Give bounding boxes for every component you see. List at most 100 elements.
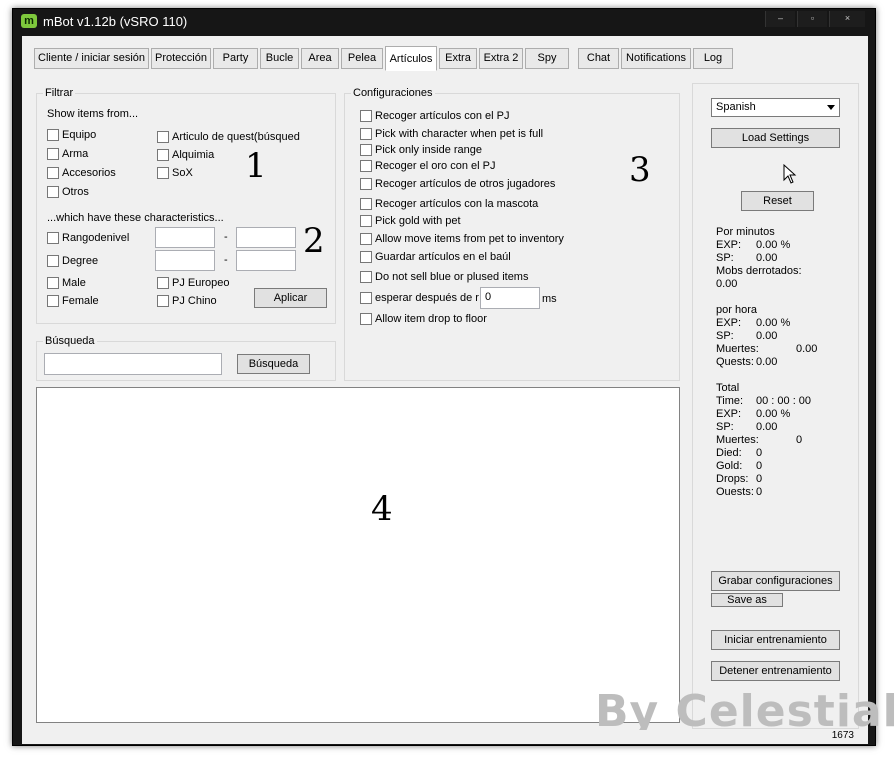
checkbox-box[interactable]: [360, 271, 372, 283]
apply-filter-button[interactable]: Aplicar: [254, 288, 327, 308]
reset-button[interactable]: Reset: [741, 191, 814, 211]
log-textarea[interactable]: 4: [36, 387, 680, 723]
checkbox-box[interactable]: [360, 251, 372, 263]
checkbox-box[interactable]: [47, 295, 59, 307]
tab-proteccion[interactable]: Protección: [151, 48, 211, 69]
checkbox-recoger-otros-jugadores[interactable]: Recoger artículos de otros jugadores: [360, 178, 555, 190]
checkbox-box[interactable]: [157, 295, 169, 307]
total-drops-label: Drops:: [716, 473, 749, 485]
checkbox-box[interactable]: [360, 178, 372, 190]
checkbox-label: Guardar artículos en el baúl: [375, 251, 511, 263]
mouse-cursor-icon: [783, 164, 797, 184]
checkbox-do-not-sell-blue[interactable]: Do not sell blue or plused items: [360, 271, 528, 283]
level-max-input[interactable]: [236, 227, 296, 248]
checkbox-recoger-oro-pj[interactable]: Recoger el oro con el PJ: [360, 160, 495, 172]
checkbox-recoger-articulos-pj[interactable]: Recoger artículos con el PJ: [360, 110, 510, 122]
checkbox-box[interactable]: [47, 255, 59, 267]
checkbox-box[interactable]: [360, 233, 372, 245]
checkbox-box[interactable]: [157, 149, 169, 161]
checkbox-allow-item-drop[interactable]: Allow item drop to floor: [360, 313, 487, 325]
tab-log[interactable]: Log: [693, 48, 733, 69]
checkbox-box[interactable]: [47, 277, 59, 289]
save-as-button[interactable]: Save as: [711, 593, 783, 607]
checkbox-quest-items[interactable]: Articulo de quest(búsqued: [157, 131, 300, 143]
range-dash: -: [224, 254, 228, 266]
checkbox-box[interactable]: [360, 313, 372, 325]
checkbox-move-pet-to-inventory[interactable]: Allow move items from pet to inventory: [360, 233, 564, 245]
checkbox-female[interactable]: Female: [47, 295, 99, 307]
checkbox-pj-europeo[interactable]: PJ Europeo: [157, 277, 229, 289]
checkbox-alquimia[interactable]: Alquimia: [157, 149, 214, 161]
app-logo-icon: m: [21, 14, 37, 28]
checkbox-box[interactable]: [157, 277, 169, 289]
close-button[interactable]: ×: [829, 11, 865, 27]
checkbox-pick-inside-range[interactable]: Pick only inside range: [360, 144, 482, 156]
checkbox-box[interactable]: [47, 186, 59, 198]
checkbox-box[interactable]: [360, 160, 372, 172]
checkbox-degree[interactable]: Degree: [47, 255, 98, 267]
checkbox-label: Otros: [62, 186, 89, 198]
checkbox-male[interactable]: Male: [47, 277, 86, 289]
tab-extra-2[interactable]: Extra 2: [479, 48, 523, 69]
checkbox-label: Do not sell blue or plused items: [375, 271, 529, 283]
search-button[interactable]: Búsqueda: [237, 354, 310, 374]
checkbox-box[interactable]: [360, 128, 372, 140]
checkbox-sox[interactable]: SoX: [157, 167, 193, 179]
title-bar[interactable]: m mBot v1.12b (vSRO 110) – ▫ ×: [13, 9, 875, 35]
stop-training-button[interactable]: Detener entrenamiento: [711, 661, 840, 681]
checkbox-box[interactable]: [360, 110, 372, 122]
checkbox-pick-when-pet-full[interactable]: Pick with character when pet is full: [360, 128, 543, 140]
checkbox-arma[interactable]: Arma: [47, 148, 88, 160]
tab-chat[interactable]: Chat: [578, 48, 619, 69]
checkbox-recoger-con-mascota[interactable]: Recoger artículos con la mascota: [360, 198, 538, 210]
checkbox-esperar-despues[interactable]: esperar después de r: [360, 292, 479, 304]
checkbox-label: SoX: [172, 167, 193, 179]
checkbox-accesorios[interactable]: Accesorios: [47, 167, 116, 179]
checkbox-otros[interactable]: Otros: [47, 186, 89, 198]
total-died-value: 0: [756, 447, 763, 459]
language-select[interactable]: Spanish: [711, 98, 840, 117]
total-time-label: Time:: [716, 395, 744, 407]
checkbox-guardar-baul[interactable]: Guardar artículos en el baúl: [360, 251, 511, 263]
tab-party[interactable]: Party: [213, 48, 258, 69]
tab-pelea[interactable]: Pelea: [341, 48, 383, 69]
checkbox-equipo[interactable]: Equipo: [47, 129, 96, 141]
load-settings-button[interactable]: Load Settings: [711, 128, 840, 148]
checkbox-box[interactable]: [47, 167, 59, 179]
checkbox-box[interactable]: [360, 292, 372, 304]
checkbox-box[interactable]: [157, 131, 169, 143]
checkbox-label: PJ Chino: [172, 295, 217, 307]
wait-ms-input[interactable]: 0: [480, 287, 540, 309]
checkbox-box[interactable]: [360, 144, 372, 156]
checkbox-box[interactable]: [47, 129, 59, 141]
checkbox-rangodenivel[interactable]: Rangodenivel: [47, 232, 129, 244]
show-items-from-label: Show items from...: [47, 108, 139, 120]
busqueda-legend: Búsqueda: [43, 335, 97, 347]
checkbox-box[interactable]: [47, 232, 59, 244]
maximize-button[interactable]: ▫: [797, 11, 827, 27]
checkbox-label: Male: [62, 277, 86, 289]
level-min-input[interactable]: [155, 227, 215, 248]
minimize-button[interactable]: –: [765, 11, 795, 27]
save-config-button[interactable]: Grabar configuraciones: [711, 571, 840, 591]
tab-area[interactable]: Area: [301, 48, 339, 69]
checkbox-pick-gold-pet[interactable]: Pick gold with pet: [360, 215, 461, 227]
checkbox-box[interactable]: [47, 148, 59, 160]
degree-max-input[interactable]: [236, 250, 296, 271]
total-died-label: Died:: [716, 447, 742, 459]
tab-extra[interactable]: Extra: [439, 48, 477, 69]
tab-cliente[interactable]: Cliente / iniciar sesión: [34, 48, 149, 69]
checkbox-pj-chino[interactable]: PJ Chino: [157, 295, 217, 307]
tab-bucle[interactable]: Bucle: [260, 48, 299, 69]
checkbox-box[interactable]: [157, 167, 169, 179]
checkbox-box[interactable]: [360, 215, 372, 227]
per-hour-exp-label: EXP:: [716, 317, 742, 329]
degree-min-input[interactable]: [155, 250, 215, 271]
checkbox-box[interactable]: [360, 198, 372, 210]
tab-spy[interactable]: Spy: [525, 48, 569, 69]
start-training-button[interactable]: Iniciar entrenamiento: [711, 630, 840, 650]
total-muertes-label: Muertes:: [716, 434, 759, 446]
search-input[interactable]: [44, 353, 222, 375]
tab-articulos[interactable]: Artículos: [385, 46, 437, 71]
tab-notifications[interactable]: Notifications: [621, 48, 691, 69]
